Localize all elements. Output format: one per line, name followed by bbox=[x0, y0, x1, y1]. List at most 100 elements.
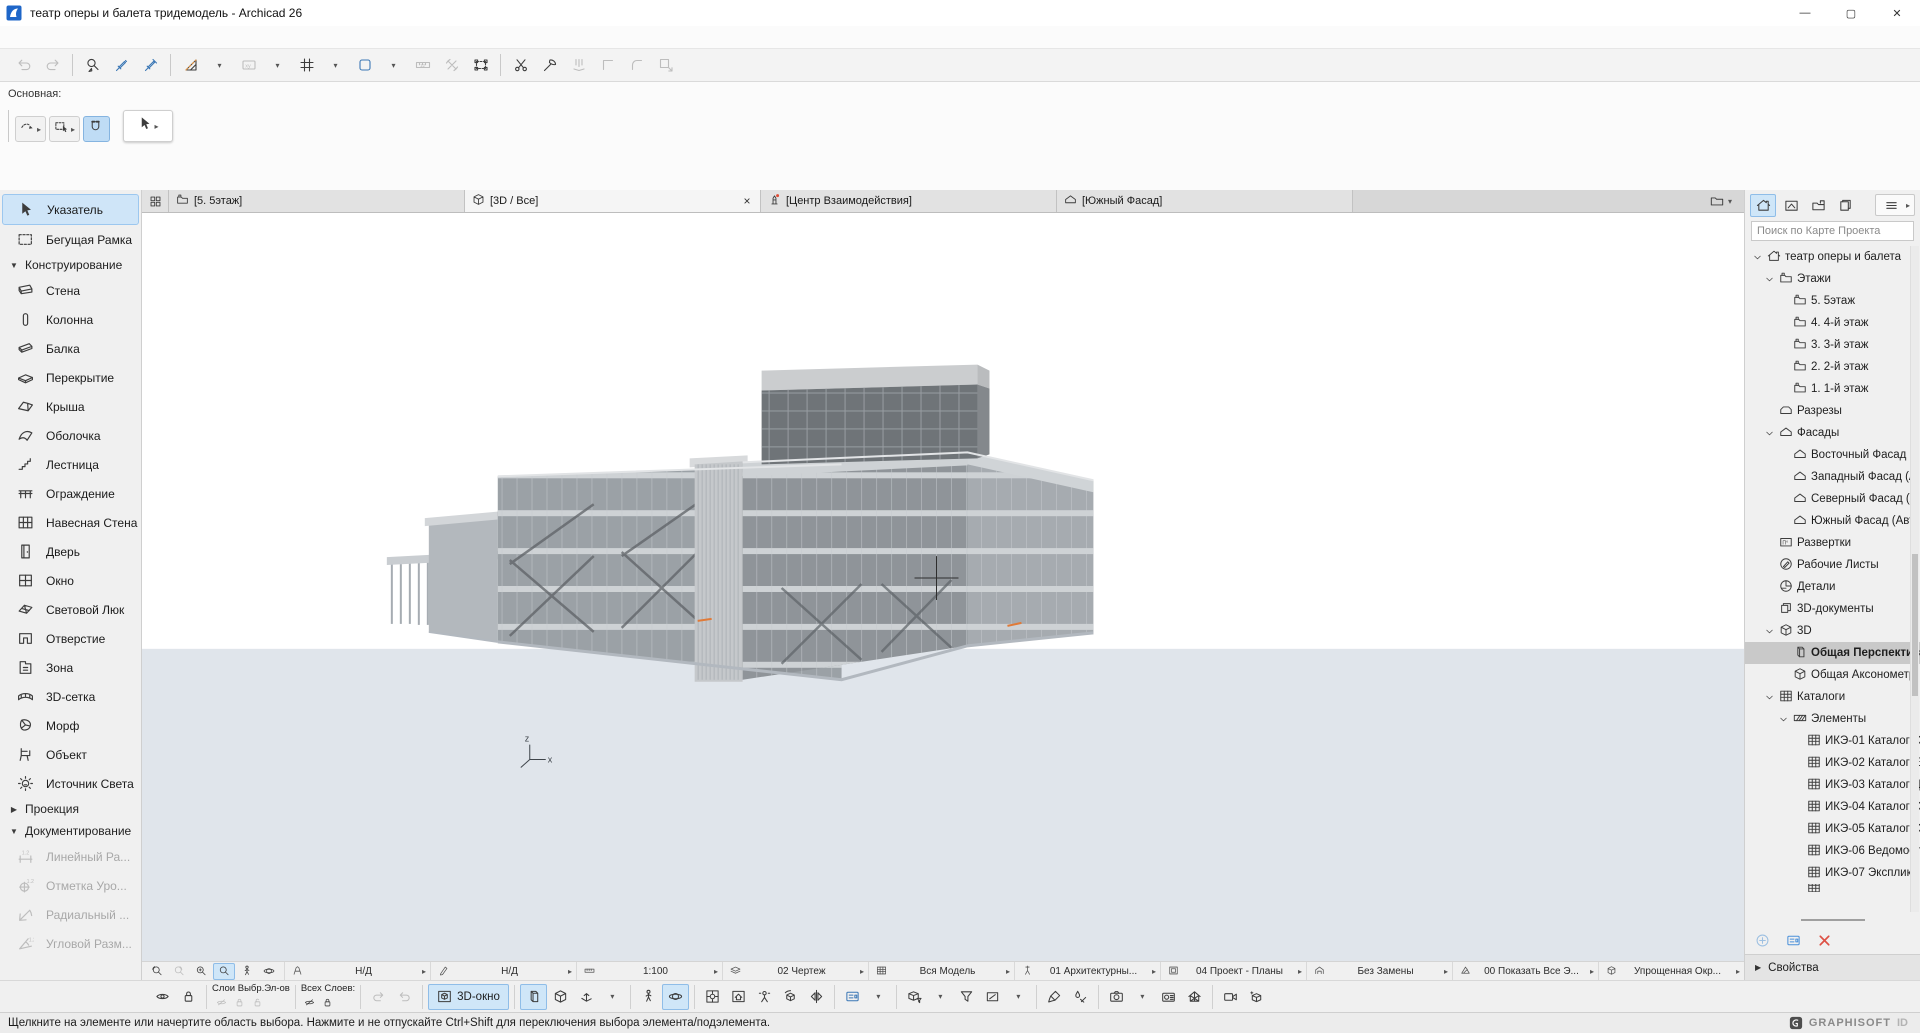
undo-view-icon[interactable] bbox=[392, 985, 417, 1009]
toolbox-item[interactable]: Перекрытие bbox=[0, 363, 141, 392]
menu-item[interactable] bbox=[48, 26, 68, 48]
toolbox-item[interactable]: Окно bbox=[0, 566, 141, 595]
tree-item[interactable]: 1. 1-й этаж bbox=[1745, 378, 1920, 400]
transform-box-icon[interactable] bbox=[467, 52, 494, 78]
perspective-icon[interactable] bbox=[520, 984, 547, 1010]
walk-mode-icon[interactable] bbox=[636, 985, 661, 1009]
wire-house-icon[interactable] bbox=[1182, 985, 1207, 1009]
tree-item[interactable]: ИКЭ-03 Каталог Д bbox=[1745, 774, 1920, 796]
toolbox-item[interactable]: 1.2Отметка Уро... bbox=[0, 871, 141, 900]
toolbox-item[interactable]: Оболочка bbox=[0, 421, 141, 450]
toolbox-item[interactable]: Дверь bbox=[0, 537, 141, 566]
dd-icon[interactable]: ▾ bbox=[322, 52, 349, 78]
tree-item[interactable]: ИКЭ-06 Ведомост bbox=[1745, 840, 1920, 862]
menu-item[interactable] bbox=[148, 26, 168, 48]
maximize-button[interactable]: ▢ bbox=[1828, 0, 1874, 26]
orbit-mode-icon[interactable] bbox=[259, 964, 279, 979]
unlock-layers-icon[interactable] bbox=[248, 996, 266, 1009]
tree-item[interactable]: Этажи bbox=[1745, 268, 1920, 290]
quick-option[interactable]: 02 Чертеж▸ bbox=[722, 962, 868, 980]
toolbox-item[interactable]: Лестница bbox=[0, 450, 141, 479]
favorites-icon[interactable] bbox=[351, 52, 378, 78]
coords-xy-icon[interactable]: xy bbox=[235, 52, 262, 78]
split-scissors-icon[interactable] bbox=[507, 52, 534, 78]
minimize-button[interactable]: — bbox=[1782, 0, 1828, 26]
paint-brush-icon[interactable] bbox=[1042, 985, 1067, 1009]
corner-icon[interactable] bbox=[594, 52, 621, 78]
arrow-tool-button[interactable]: ▸ bbox=[123, 110, 173, 142]
tree-item[interactable]: 5. 5этаж bbox=[1745, 290, 1920, 312]
tab-list-button[interactable]: ▾ bbox=[1698, 190, 1744, 212]
close-button[interactable]: ✕ bbox=[1874, 0, 1920, 26]
zoom-redo-icon[interactable] bbox=[169, 964, 189, 979]
render-magic-icon[interactable] bbox=[1244, 985, 1269, 1009]
quick-option[interactable]: 04 Проект - Планы▸ bbox=[1160, 962, 1306, 980]
3d-window-button[interactable]: 3D-окно bbox=[428, 984, 509, 1010]
toolbox-item[interactable]: Навесная Стена bbox=[0, 508, 141, 537]
mirror-view-icon[interactable] bbox=[804, 985, 829, 1009]
home-view-icon[interactable] bbox=[726, 985, 751, 1009]
lock-layers-icon[interactable] bbox=[230, 996, 248, 1009]
tree-item[interactable]: театр оперы и балета bbox=[1745, 246, 1920, 268]
toolbox-item[interactable]: Указатель bbox=[2, 194, 139, 225]
scrollbar-thumb[interactable] bbox=[1912, 554, 1918, 696]
zoom-in-icon[interactable] bbox=[191, 964, 211, 979]
layout-book-icon[interactable] bbox=[1806, 195, 1830, 216]
lock-elements-icon[interactable] bbox=[176, 985, 201, 1009]
camera-icon[interactable] bbox=[1104, 985, 1129, 1009]
tree-item[interactable]: Западный Фасад (А bbox=[1745, 466, 1920, 488]
axonometry-icon[interactable] bbox=[548, 985, 573, 1009]
walk-mode-icon[interactable] bbox=[237, 964, 257, 979]
orbit-mode-icon[interactable] bbox=[662, 984, 689, 1010]
tree-item[interactable]: 3D bbox=[1745, 620, 1920, 642]
tree-item[interactable]: Элементы bbox=[1745, 708, 1920, 730]
navigator-menu-button[interactable]: ▸ bbox=[1875, 194, 1915, 216]
tree-item[interactable]: 3D-документы bbox=[1745, 598, 1920, 620]
gravity-icon[interactable] bbox=[565, 52, 592, 78]
publisher-icon[interactable] bbox=[1833, 195, 1857, 216]
menu-item[interactable] bbox=[128, 26, 148, 48]
redo-view-icon[interactable] bbox=[366, 985, 391, 1009]
fillet-icon[interactable] bbox=[623, 52, 650, 78]
marquee-select-button[interactable]: ▸ bbox=[49, 116, 80, 142]
tree-item[interactable]: ИКЭ-04 Каталог С bbox=[1745, 796, 1920, 818]
toolbox-item[interactable]: Колонна bbox=[0, 305, 141, 334]
filter-cube-icon[interactable] bbox=[902, 985, 927, 1009]
zoom-undo-icon[interactable] bbox=[147, 964, 167, 979]
tree-item[interactable]: Общая Аксонометр bbox=[1745, 664, 1920, 686]
quick-option[interactable]: Вся Модель▸ bbox=[868, 962, 1014, 980]
marquee-drag-button[interactable]: ▸ bbox=[15, 116, 46, 142]
properties-section-header[interactable]: ▶Свойства bbox=[1745, 954, 1920, 980]
hide-layers-icon[interactable] bbox=[212, 996, 230, 1009]
navigator-scrollbar[interactable] bbox=[1910, 246, 1919, 912]
add-viewpoint-icon[interactable] bbox=[1755, 933, 1770, 948]
fly-through-icon[interactable] bbox=[1218, 985, 1243, 1009]
toolbox-item[interactable]: 1.2Угловой Разм... bbox=[0, 929, 141, 958]
orbit-axes-icon[interactable] bbox=[574, 985, 599, 1009]
hide-layers-icon[interactable] bbox=[301, 996, 319, 1009]
project-map-icon[interactable] bbox=[1750, 194, 1776, 217]
menu-item[interactable] bbox=[68, 26, 88, 48]
tree-item[interactable]: 3. 3-й этаж bbox=[1745, 334, 1920, 356]
resize-box-icon[interactable] bbox=[652, 52, 679, 78]
menu-item[interactable] bbox=[168, 26, 188, 48]
tree-item[interactable] bbox=[1745, 884, 1920, 892]
dd-icon[interactable]: ▾ bbox=[380, 52, 407, 78]
tree-item[interactable]: Фасады bbox=[1745, 422, 1920, 444]
toolbox-item[interactable]: Бегущая Рамка bbox=[0, 225, 141, 254]
tree-item[interactable]: ИКЭ-01 Каталог С bbox=[1745, 730, 1920, 752]
quick-option[interactable]: Без Замены▸ bbox=[1306, 962, 1452, 980]
panel-resize-handle[interactable] bbox=[1745, 914, 1920, 926]
undo-icon[interactable] bbox=[10, 52, 37, 78]
toolbox-item[interactable]: Объект bbox=[0, 740, 141, 769]
quick-option[interactable]: Н/Д▸ bbox=[430, 962, 576, 980]
menu-item[interactable] bbox=[88, 26, 108, 48]
view-map-icon[interactable] bbox=[1779, 195, 1803, 216]
dd-icon[interactable]: ▾ bbox=[866, 985, 891, 1009]
tree-item[interactable]: ИКЭ-07 Эксплика bbox=[1745, 862, 1920, 884]
tree-item[interactable]: Южный Фасад (Авт bbox=[1745, 510, 1920, 532]
view-settings-icon[interactable] bbox=[840, 985, 865, 1009]
dd-icon[interactable]: ▾ bbox=[264, 52, 291, 78]
magnet-toggle[interactable] bbox=[83, 116, 110, 142]
quick-option[interactable]: 1:100▸ bbox=[576, 962, 722, 980]
